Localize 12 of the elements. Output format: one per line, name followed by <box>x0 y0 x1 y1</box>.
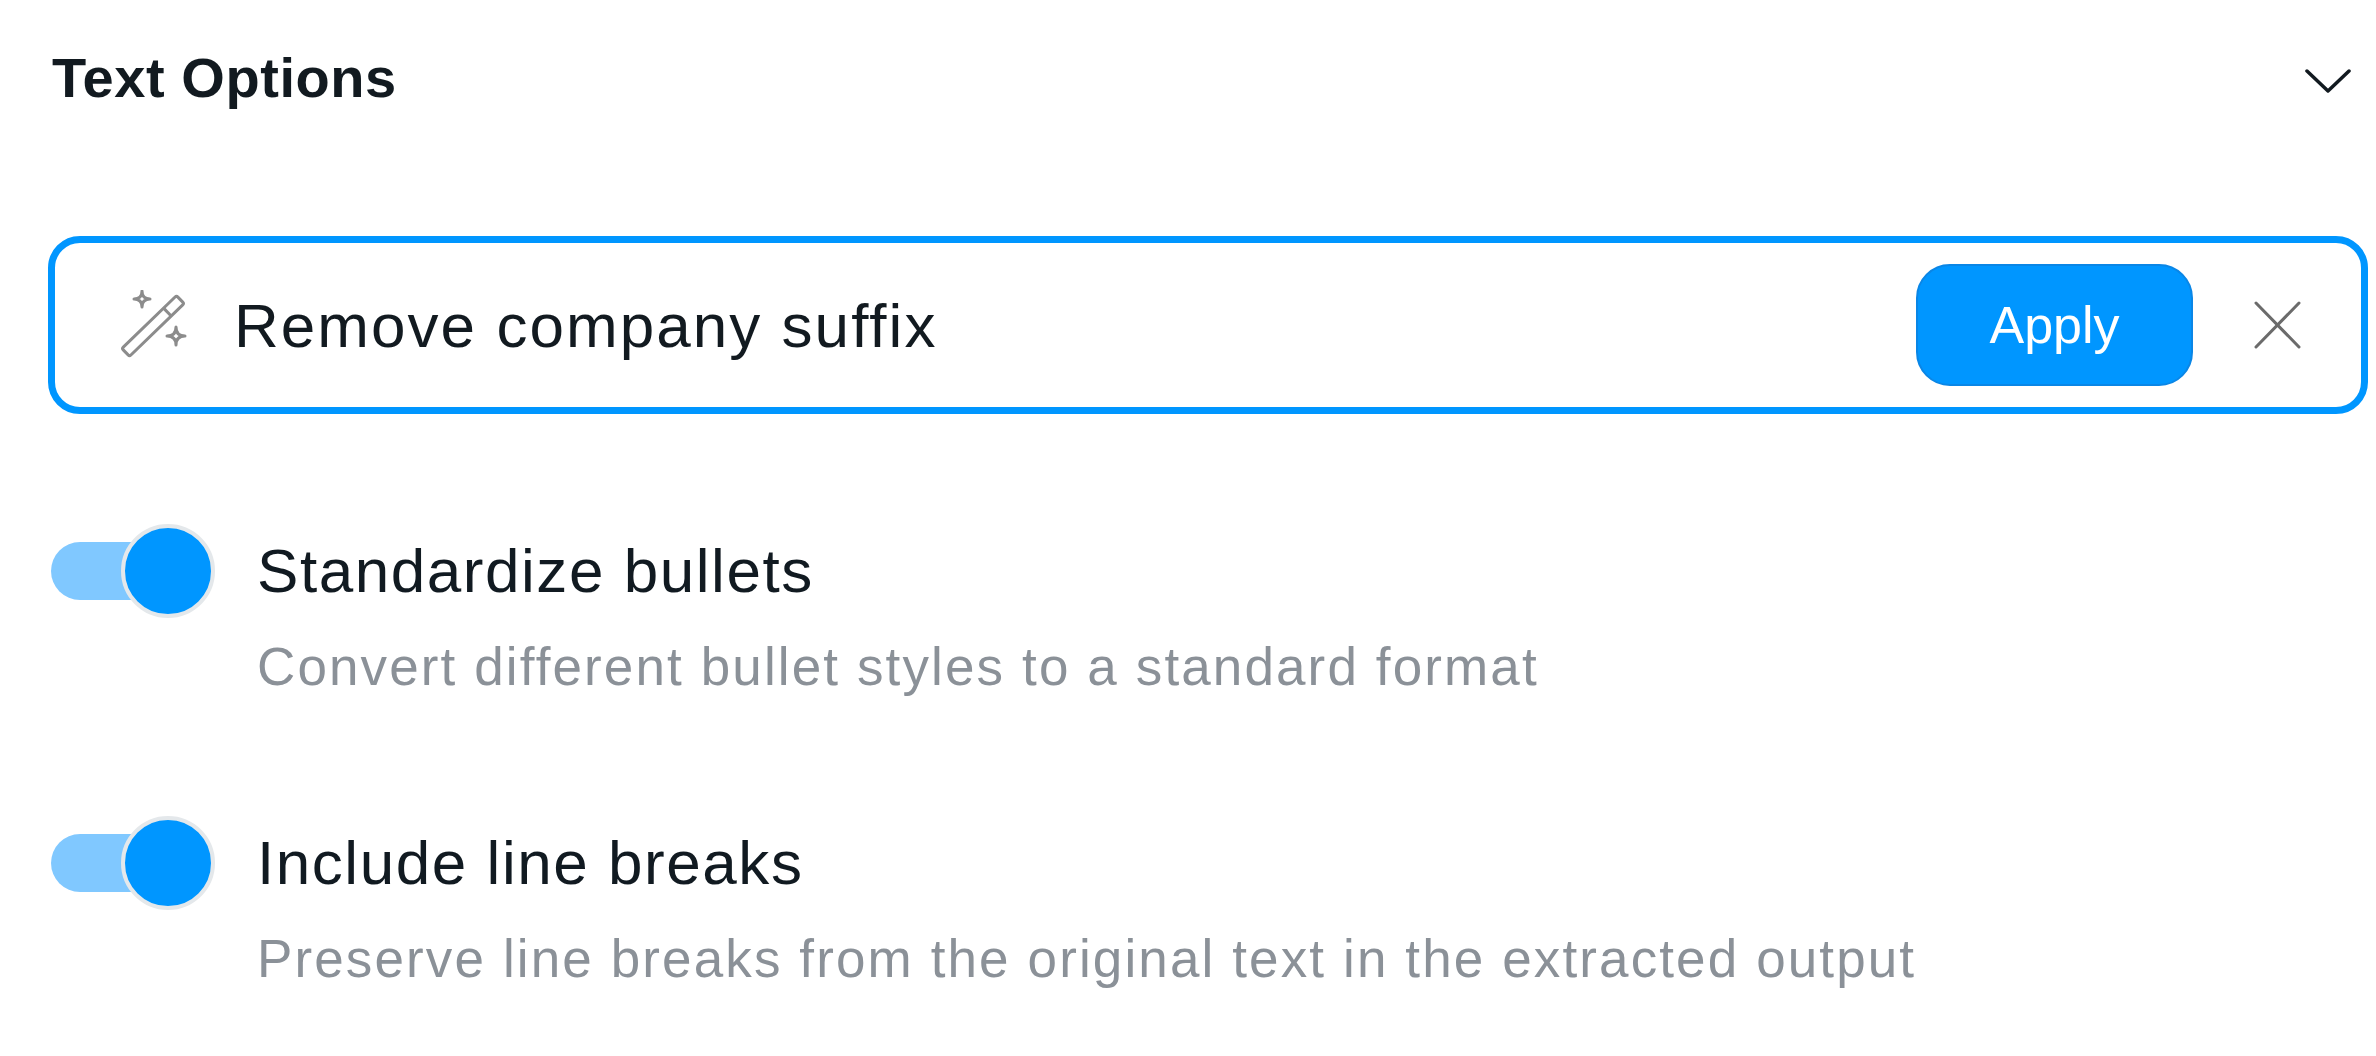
toggle-switch[interactable] <box>51 524 215 618</box>
section-title: Text Options <box>52 45 397 111</box>
option-label: Standardize bullets <box>257 535 815 607</box>
option-description: Preserve line breaks from the original text in the extracted output <box>257 928 1917 990</box>
prompt-input[interactable]: Remove company suffix <box>234 288 1916 362</box>
close-icon[interactable] <box>2254 301 2301 349</box>
option-description: Convert different bullet styles to a standard format <box>257 636 1539 698</box>
option-label: Include line breaks <box>257 827 805 899</box>
chevron-icon[interactable] <box>2305 68 2351 93</box>
prompt-field[interactable]: Remove company suffix Apply <box>48 236 2368 414</box>
toggle-switch[interactable] <box>51 816 215 910</box>
magic-wand-icon <box>119 290 187 360</box>
